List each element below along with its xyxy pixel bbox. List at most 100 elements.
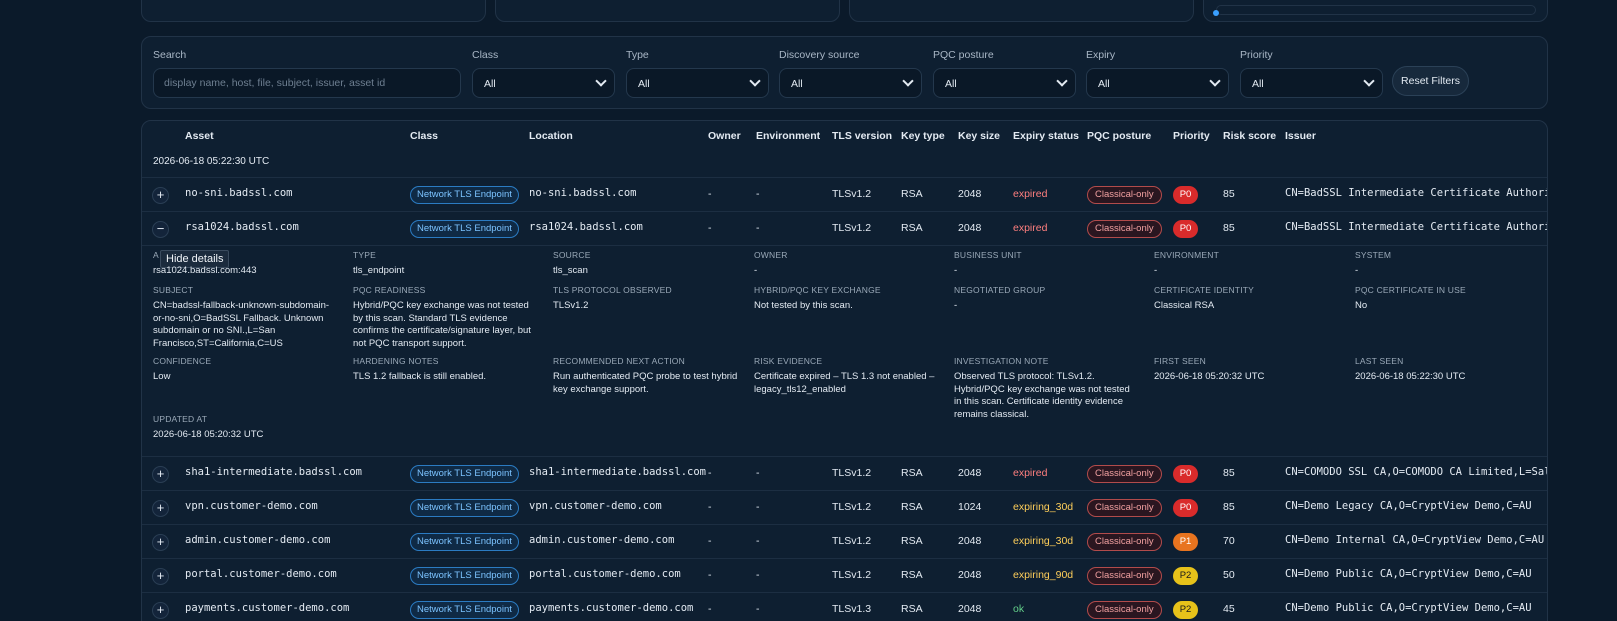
detail-value: Classical RSA bbox=[1154, 300, 1215, 311]
type-filter-select[interactable]: All bbox=[626, 68, 769, 98]
search-input[interactable] bbox=[153, 68, 461, 98]
column-header-pqc-posture[interactable]: PQC posture bbox=[1087, 130, 1151, 142]
detail-value: - bbox=[954, 300, 958, 311]
key-size-cell: 2048 bbox=[958, 188, 982, 200]
asset-name[interactable]: vpn.customer-demo.com bbox=[185, 500, 318, 512]
column-header-location[interactable]: Location bbox=[529, 130, 573, 142]
detail-hardening-notes: HARDENING NOTES TLS 1.2 fallback is stil… bbox=[353, 356, 538, 384]
asset-name[interactable]: portal.customer-demo.com bbox=[185, 568, 337, 580]
table-row[interactable]: + no-sni.badssl.com Network TLS Endpoint… bbox=[142, 177, 1548, 211]
location-cell: sha1-intermediate.badssl.com bbox=[529, 466, 707, 478]
expand-row-button[interactable]: + bbox=[152, 466, 169, 483]
column-header-expiry-status[interactable]: Expiry status bbox=[1013, 130, 1079, 142]
key-size-cell: 2048 bbox=[958, 603, 982, 615]
environment-cell: - bbox=[756, 222, 760, 234]
pqc-posture-badge: Classical-only bbox=[1087, 567, 1162, 585]
collapse-row-button[interactable]: − bbox=[152, 221, 169, 238]
class-badge: Network TLS Endpoint bbox=[410, 220, 519, 238]
owner-cell: - bbox=[708, 569, 712, 581]
detail-label: FIRST SEEN bbox=[1154, 356, 1206, 366]
class-filter-value: All bbox=[484, 78, 496, 90]
expand-row-button[interactable]: + bbox=[152, 187, 169, 204]
issuer-cell: CN=BadSSL Intermediate Certificate Autho… bbox=[1285, 187, 1548, 199]
detail-label: SOURCE bbox=[553, 250, 591, 260]
detail-value: rsa1024.badssl.com:443 bbox=[153, 265, 257, 276]
class-badge: Network TLS Endpoint bbox=[410, 499, 519, 517]
asset-name[interactable]: rsa1024.badssl.com bbox=[185, 221, 299, 233]
column-header-priority[interactable]: Priority bbox=[1173, 130, 1210, 142]
detail-label: SYSTEM bbox=[1355, 250, 1392, 260]
key-type-cell: RSA bbox=[901, 188, 923, 200]
detail-value: 2026-06-18 05:22:30 UTC bbox=[1355, 371, 1466, 382]
location-cell: admin.customer-demo.com bbox=[529, 534, 675, 546]
expiry-filter-value: All bbox=[1098, 78, 1110, 90]
environment-cell: - bbox=[756, 535, 760, 547]
key-type-cell: RSA bbox=[901, 501, 923, 513]
table-row[interactable]: + sha1-intermediate.badssl.com Network T… bbox=[142, 456, 1548, 490]
column-header-key-type[interactable]: Key type bbox=[901, 130, 945, 142]
search-group: Search bbox=[153, 49, 461, 98]
key-size-cell: 2048 bbox=[958, 222, 982, 234]
column-header-risk-score[interactable]: Risk score bbox=[1223, 130, 1276, 142]
range-slider-track[interactable] bbox=[1216, 5, 1536, 15]
issuer-cell: CN=COMODO SSL CA,O=COMODO CA Limited,L=S… bbox=[1285, 466, 1548, 478]
table-row[interactable]: + payments.customer-demo.com Network TLS… bbox=[142, 592, 1547, 621]
tls-version-cell: TLSv1.2 bbox=[832, 222, 872, 234]
asset-name[interactable]: payments.customer-demo.com bbox=[185, 602, 349, 614]
key-size-cell: 1024 bbox=[958, 501, 982, 513]
table-row-expanded[interactable]: − rsa1024.badssl.com Network TLS Endpoin… bbox=[142, 211, 1547, 245]
detail-tls-protocol: TLS PROTOCOL OBSERVED TLSv1.2 bbox=[553, 285, 738, 313]
reset-filters-button[interactable]: Reset Filters bbox=[1392, 66, 1469, 96]
asset-name[interactable]: admin.customer-demo.com bbox=[185, 534, 330, 546]
class-badge: Network TLS Endpoint bbox=[410, 186, 519, 204]
key-type-cell: RSA bbox=[901, 467, 923, 479]
table-row[interactable]: + portal.customer-demo.com Network TLS E… bbox=[142, 558, 1547, 592]
column-header-issuer[interactable]: Issuer bbox=[1285, 130, 1316, 142]
pqc-posture-filter-select[interactable]: All bbox=[933, 68, 1076, 98]
tls-version-cell: TLSv1.2 bbox=[832, 467, 872, 479]
discovery-source-filter-select[interactable]: All bbox=[779, 68, 922, 98]
detail-label: CONFIDENCE bbox=[153, 356, 212, 366]
class-filter-select[interactable]: All bbox=[472, 68, 615, 98]
priority-filter-select[interactable]: All bbox=[1240, 68, 1383, 98]
owner-cell: - bbox=[708, 467, 712, 479]
detail-owner: OWNER - bbox=[754, 250, 939, 278]
discovery-source-filter-value: All bbox=[791, 78, 803, 90]
range-slider-handle[interactable] bbox=[1213, 10, 1219, 16]
detail-pqc-certificate-in-use: PQC CERTIFICATE IN USE No bbox=[1355, 285, 1540, 313]
risk-score-cell: 85 bbox=[1223, 467, 1235, 479]
expand-row-button[interactable]: + bbox=[152, 602, 169, 619]
key-size-cell: 2048 bbox=[958, 535, 982, 547]
pqc-posture-badge: Classical-only bbox=[1087, 465, 1162, 483]
issuer-cell: CN=Demo Public CA,O=CryptView Demo,C=AU bbox=[1285, 568, 1532, 580]
expiry-filter-select[interactable]: All bbox=[1086, 68, 1229, 98]
priority-badge: P0 bbox=[1173, 220, 1198, 238]
key-type-cell: RSA bbox=[901, 569, 923, 581]
expand-row-button[interactable]: + bbox=[152, 568, 169, 585]
key-type-cell: RSA bbox=[901, 535, 923, 547]
table-row[interactable]: + admin.customer-demo.com Network TLS En… bbox=[142, 524, 1547, 558]
asset-name[interactable]: sha1-intermediate.badssl.com bbox=[185, 466, 362, 478]
pqc-posture-filter-group: PQC posture All bbox=[933, 49, 1076, 98]
asset-name[interactable]: no-sni.badssl.com bbox=[185, 187, 292, 199]
chevron-down-icon bbox=[1209, 75, 1221, 87]
detail-label: RISK EVIDENCE bbox=[754, 356, 823, 366]
detail-investigation-note: INVESTIGATION NOTE Observed TLS protocol… bbox=[954, 356, 1139, 421]
table-row[interactable]: + vpn.customer-demo.com Network TLS Endp… bbox=[142, 490, 1547, 524]
priority-badge: P1 bbox=[1173, 533, 1198, 551]
detail-value: - bbox=[754, 265, 758, 276]
expand-row-button[interactable]: + bbox=[152, 500, 169, 517]
column-header-tls-version[interactable]: TLS version bbox=[832, 130, 892, 142]
group-timestamp-row: 2026-06-18 05:22:30 UTC bbox=[142, 147, 1547, 177]
expand-row-button[interactable]: + bbox=[152, 534, 169, 551]
detail-label: BUSINESS UNIT bbox=[954, 250, 1022, 260]
column-header-owner[interactable]: Owner bbox=[708, 130, 741, 142]
column-header-class[interactable]: Class bbox=[410, 130, 438, 142]
key-type-cell: RSA bbox=[901, 222, 923, 234]
detail-system: SYSTEM - bbox=[1355, 250, 1540, 278]
column-header-asset[interactable]: Asset bbox=[185, 130, 214, 142]
detail-label: ENVIRONMENT bbox=[1154, 250, 1220, 260]
column-header-environment[interactable]: Environment bbox=[756, 130, 820, 142]
key-size-cell: 2048 bbox=[958, 467, 982, 479]
column-header-key-size[interactable]: Key size bbox=[958, 130, 1000, 142]
